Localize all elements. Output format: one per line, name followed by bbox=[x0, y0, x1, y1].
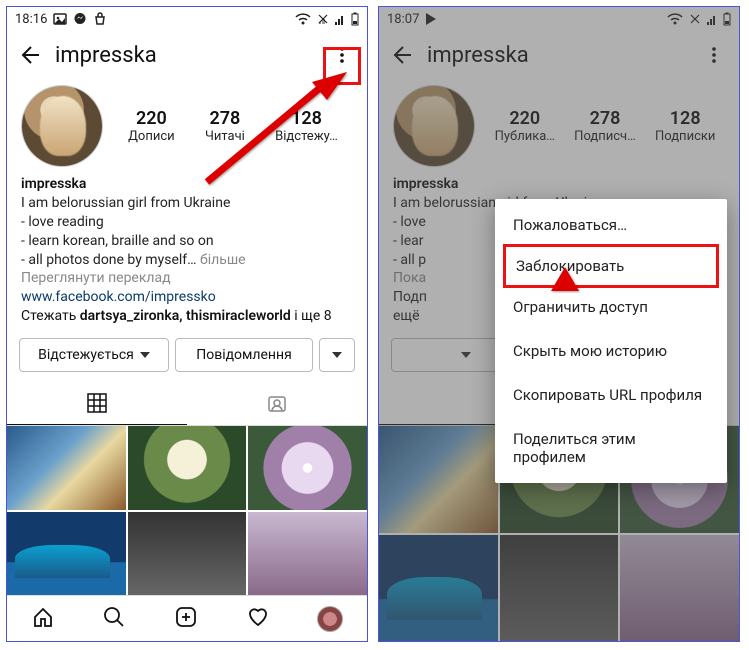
bio-url[interactable]: www.facebook.com/impressko bbox=[21, 289, 216, 305]
play-store-icon bbox=[425, 12, 437, 26]
phone-left: 18:16 impresska 220 Дописи bbox=[6, 6, 368, 642]
photo-cell[interactable] bbox=[128, 512, 247, 595]
battery-icon bbox=[351, 12, 359, 26]
wifi-icon bbox=[295, 13, 311, 25]
message-button[interactable]: Повідомлення bbox=[175, 338, 313, 372]
photo-cell[interactable] bbox=[500, 535, 619, 641]
nav-search-icon[interactable] bbox=[102, 605, 126, 633]
signal-icon bbox=[707, 13, 717, 25]
photo-cell[interactable] bbox=[379, 535, 498, 641]
chevron-down-icon bbox=[140, 352, 150, 358]
photo-cell[interactable] bbox=[7, 426, 126, 509]
stat-posts[interactable]: 220 Дописи bbox=[128, 108, 175, 144]
profile-header: impresska bbox=[7, 31, 367, 79]
stat-posts[interactable]: 220 Публика… bbox=[495, 108, 555, 144]
status-time: 18:16 bbox=[15, 12, 47, 27]
wifi-icon bbox=[667, 13, 683, 25]
menu-copy-url[interactable]: Скопировать URL профиля bbox=[495, 373, 727, 417]
bio-line: - all photos done by myself… більше bbox=[21, 251, 353, 270]
bio-line: - learn korean, braille and so on bbox=[21, 232, 353, 251]
stat-following[interactable]: 128 Подписки bbox=[655, 108, 715, 144]
header-username: impresska bbox=[55, 43, 313, 68]
action-row: Відстежується Повідомлення bbox=[7, 328, 367, 382]
following-button[interactable]: Відстежується bbox=[19, 338, 169, 372]
nav-activity-icon[interactable] bbox=[246, 605, 270, 633]
signal-icon bbox=[335, 13, 345, 25]
suggest-button[interactable] bbox=[319, 338, 355, 372]
stat-following[interactable]: 128 Відстежу… bbox=[275, 108, 338, 144]
back-icon[interactable] bbox=[389, 43, 413, 67]
header-username: impresska bbox=[427, 43, 685, 68]
chevron-down-icon bbox=[461, 352, 471, 358]
followed-by[interactable]: Стежать dartsya_zironka, thismiracleworl… bbox=[21, 307, 353, 326]
more-options-button[interactable] bbox=[699, 40, 729, 70]
bio-name: impresska bbox=[21, 175, 353, 194]
bio-line: I am belorussian girl from Ukraine bbox=[21, 194, 353, 213]
battery-icon bbox=[723, 12, 731, 26]
nav-home-icon[interactable] bbox=[31, 605, 55, 633]
stat-followers[interactable]: 278 Читачі bbox=[205, 108, 245, 144]
translate-link[interactable]: Переглянути переклад bbox=[21, 269, 353, 288]
tab-tagged[interactable] bbox=[187, 382, 367, 425]
no-signal-icon bbox=[689, 13, 701, 25]
stat-followers[interactable]: 278 Подписч… bbox=[574, 108, 636, 144]
no-signal-icon bbox=[317, 13, 329, 25]
profile-summary: 220 Дописи 278 Читачі 128 Відстежу… bbox=[7, 79, 367, 169]
image-icon bbox=[53, 12, 67, 26]
photo-cell[interactable] bbox=[128, 426, 247, 509]
menu-restrict[interactable]: Ограничить доступ bbox=[495, 285, 727, 329]
menu-report[interactable]: Пожаловаться… bbox=[495, 203, 727, 247]
highlight-box-more bbox=[323, 47, 361, 85]
bio-block: impresska I am belorussian girl from Ukr… bbox=[7, 169, 367, 328]
tab-grid[interactable] bbox=[7, 382, 187, 425]
status-time: 18:07 bbox=[387, 12, 419, 27]
status-bar: 18:16 bbox=[7, 7, 367, 31]
nav-profile-avatar[interactable] bbox=[317, 606, 343, 632]
bio-line: - love reading bbox=[21, 213, 353, 232]
avatar[interactable] bbox=[21, 85, 103, 167]
photo-grid bbox=[7, 426, 367, 595]
nav-add-icon[interactable] bbox=[174, 605, 198, 633]
photo-cell[interactable] bbox=[248, 512, 367, 595]
photo-cell[interactable] bbox=[379, 426, 498, 532]
status-bar: 18:07 bbox=[379, 7, 739, 31]
profile-header: impresska bbox=[379, 31, 739, 79]
photo-cell[interactable] bbox=[620, 535, 739, 641]
photo-cell[interactable] bbox=[248, 426, 367, 509]
bottom-nav bbox=[7, 595, 367, 641]
bio-more[interactable]: більше bbox=[200, 252, 246, 268]
avatar[interactable] bbox=[393, 85, 475, 167]
messenger-icon bbox=[73, 12, 87, 26]
shopping-icon bbox=[93, 12, 107, 26]
back-icon[interactable] bbox=[17, 43, 41, 67]
options-popup: Пожаловаться… Заблокировать Ограничить д… bbox=[495, 199, 727, 483]
chevron-down-icon bbox=[332, 352, 342, 358]
photo-cell[interactable] bbox=[7, 512, 126, 595]
bio-name: impresska bbox=[393, 175, 725, 194]
phone-right: 18:07 impresska 220 Публика… bbox=[378, 6, 740, 642]
content-tabs bbox=[7, 382, 367, 426]
menu-share-profile[interactable]: Поделиться этим профилем bbox=[495, 417, 727, 479]
profile-summary: 220 Публика… 278 Подписч… 128 Подписки bbox=[379, 79, 739, 169]
menu-block[interactable]: Заблокировать bbox=[503, 244, 719, 288]
menu-hide-story[interactable]: Скрыть мою историю bbox=[495, 329, 727, 373]
